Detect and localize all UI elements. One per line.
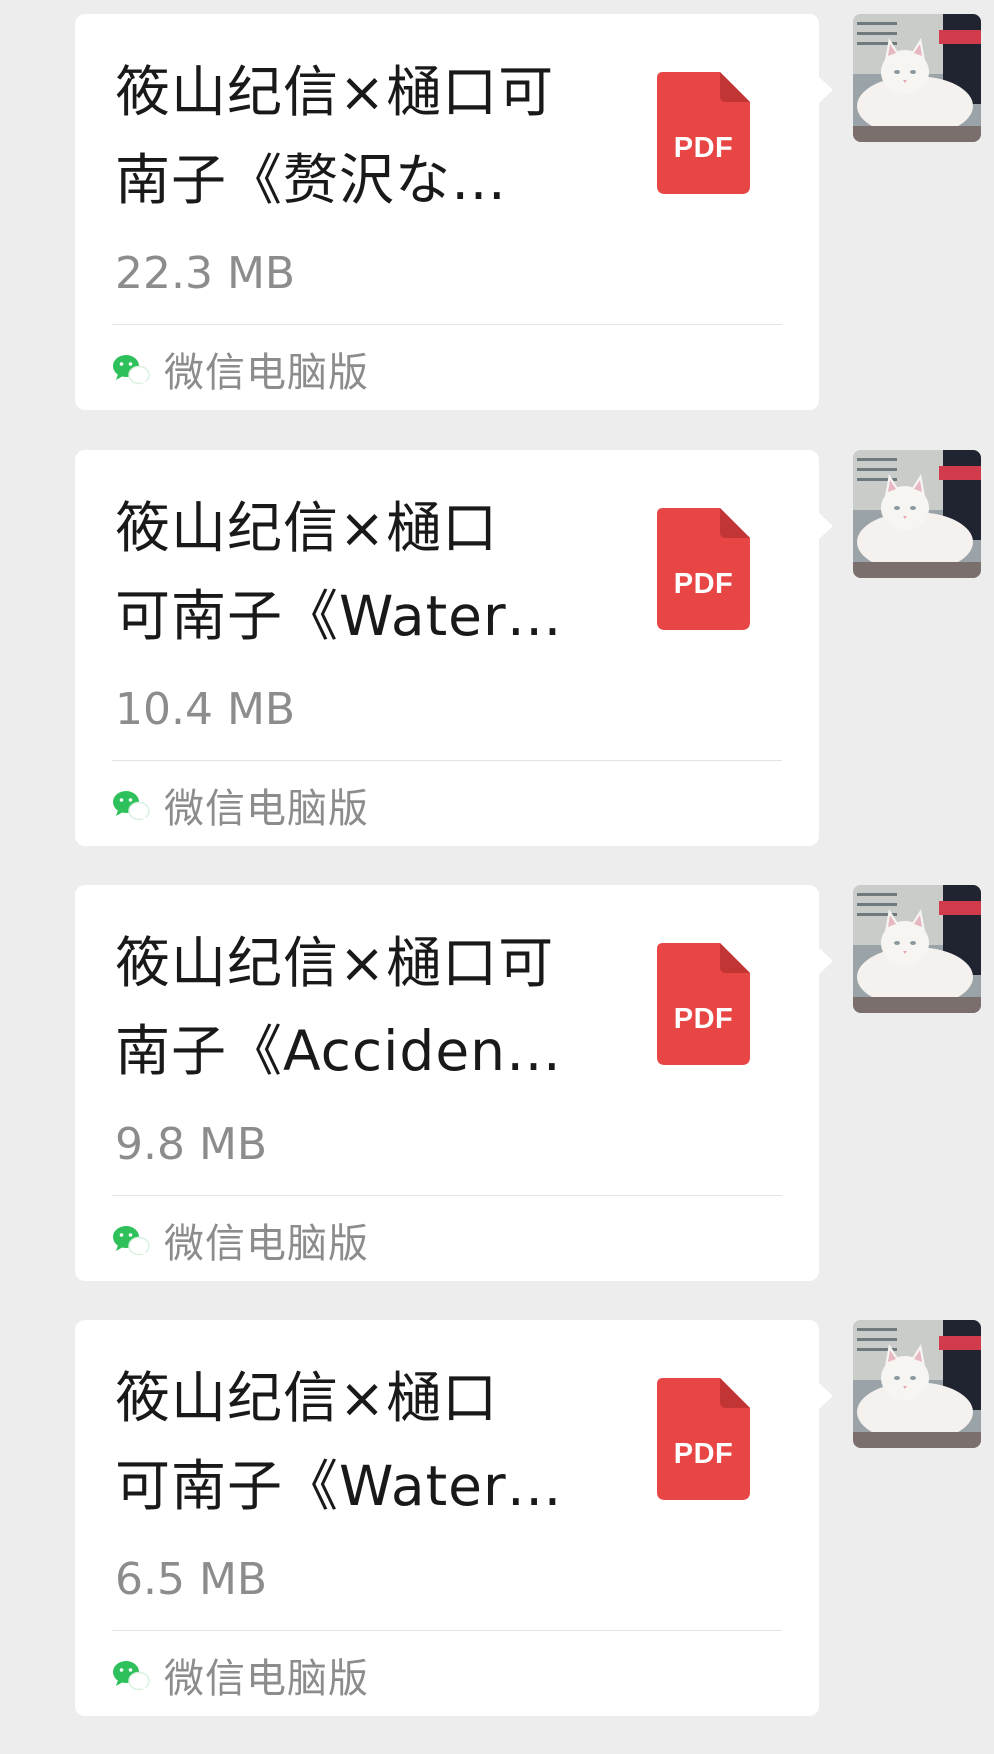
file-name-line: 可南子《Water… bbox=[115, 584, 563, 648]
pdf-file-icon: PDF bbox=[657, 72, 750, 194]
card-divider bbox=[112, 1195, 782, 1196]
source-app: 微信电脑版 bbox=[112, 780, 369, 832]
bubble-tail bbox=[818, 947, 833, 975]
file-name-line: 可南子《Water… bbox=[115, 1454, 563, 1518]
file-size: 9.8 MB bbox=[115, 1119, 268, 1170]
bubble-tail bbox=[818, 76, 833, 104]
file-name-line: 筱山纪信×樋口 bbox=[115, 1366, 499, 1430]
file-name-line: 南子《赘沢な… bbox=[115, 148, 508, 212]
pdf-file-label: PDF bbox=[673, 1438, 734, 1470]
message-row: 筱山纪信×樋口可 南子《Acciden… 9.8 MB PDF 微信电脑版 bbox=[0, 885, 994, 1281]
pdf-file-icon: PDF bbox=[657, 943, 750, 1065]
source-app: 微信电脑版 bbox=[112, 1215, 369, 1267]
pdf-file-icon: PDF bbox=[657, 508, 750, 630]
pdf-file-label: PDF bbox=[673, 1003, 734, 1035]
avatar[interactable] bbox=[853, 14, 981, 142]
bubble-tail bbox=[818, 1382, 833, 1410]
avatar[interactable] bbox=[853, 450, 981, 578]
file-name-line: 筱山纪信×樋口可 bbox=[115, 60, 555, 124]
message-row: 筱山纪信×樋口可 南子《赘沢な… 22.3 MB PDF 微信电脑版 bbox=[0, 14, 994, 410]
file-size: 6.5 MB bbox=[115, 1554, 268, 1605]
bubble-tail bbox=[818, 512, 833, 540]
source-app-label: 微信电脑版 bbox=[164, 1656, 369, 1702]
file-name: 筱山纪信×樋口 可南子《Water… bbox=[115, 1354, 595, 1530]
source-app-label: 微信电脑版 bbox=[164, 350, 369, 396]
source-app: 微信电脑版 bbox=[112, 1650, 369, 1702]
wechat-icon bbox=[113, 355, 150, 385]
file-name: 筱山纪信×樋口 可南子《Water… bbox=[115, 484, 595, 660]
file-name: 筱山纪信×樋口可 南子《赘沢な… bbox=[115, 48, 595, 224]
source-app: 微信电脑版 bbox=[112, 344, 369, 396]
source-app-label: 微信电脑版 bbox=[164, 1221, 369, 1267]
file-size: 10.4 MB bbox=[115, 684, 296, 735]
message-row: 筱山纪信×樋口 可南子《Water… 6.5 MB PDF 微信电脑版 bbox=[0, 1320, 994, 1716]
file-name: 筱山纪信×樋口可 南子《Acciden… bbox=[115, 919, 595, 1095]
avatar[interactable] bbox=[853, 885, 981, 1013]
file-name-line: 南子《Acciden… bbox=[115, 1019, 563, 1083]
message-row: 筱山纪信×樋口 可南子《Water… 10.4 MB PDF 微信电脑版 bbox=[0, 450, 994, 846]
file-size: 22.3 MB bbox=[115, 248, 296, 299]
wechat-icon bbox=[113, 1226, 150, 1256]
pdf-file-icon: PDF bbox=[657, 1378, 750, 1500]
card-divider bbox=[112, 1630, 782, 1631]
file-name-line: 筱山纪信×樋口 bbox=[115, 496, 499, 560]
file-message-card[interactable]: 筱山纪信×樋口 可南子《Water… 6.5 MB PDF 微信电脑版 bbox=[75, 1320, 819, 1716]
pdf-file-label: PDF bbox=[673, 568, 734, 600]
file-message-card[interactable]: 筱山纪信×樋口可 南子《赘沢な… 22.3 MB PDF 微信电脑版 bbox=[75, 14, 819, 410]
file-message-card[interactable]: 筱山纪信×樋口可 南子《Acciden… 9.8 MB PDF 微信电脑版 bbox=[75, 885, 819, 1281]
wechat-icon bbox=[113, 1661, 150, 1691]
source-app-label: 微信电脑版 bbox=[164, 786, 369, 832]
pdf-file-label: PDF bbox=[673, 132, 734, 164]
file-message-card[interactable]: 筱山纪信×樋口 可南子《Water… 10.4 MB PDF 微信电脑版 bbox=[75, 450, 819, 846]
card-divider bbox=[112, 760, 782, 761]
avatar[interactable] bbox=[853, 1320, 981, 1448]
wechat-icon bbox=[113, 791, 150, 821]
card-divider bbox=[112, 324, 782, 325]
file-name-line: 筱山纪信×樋口可 bbox=[115, 931, 555, 995]
